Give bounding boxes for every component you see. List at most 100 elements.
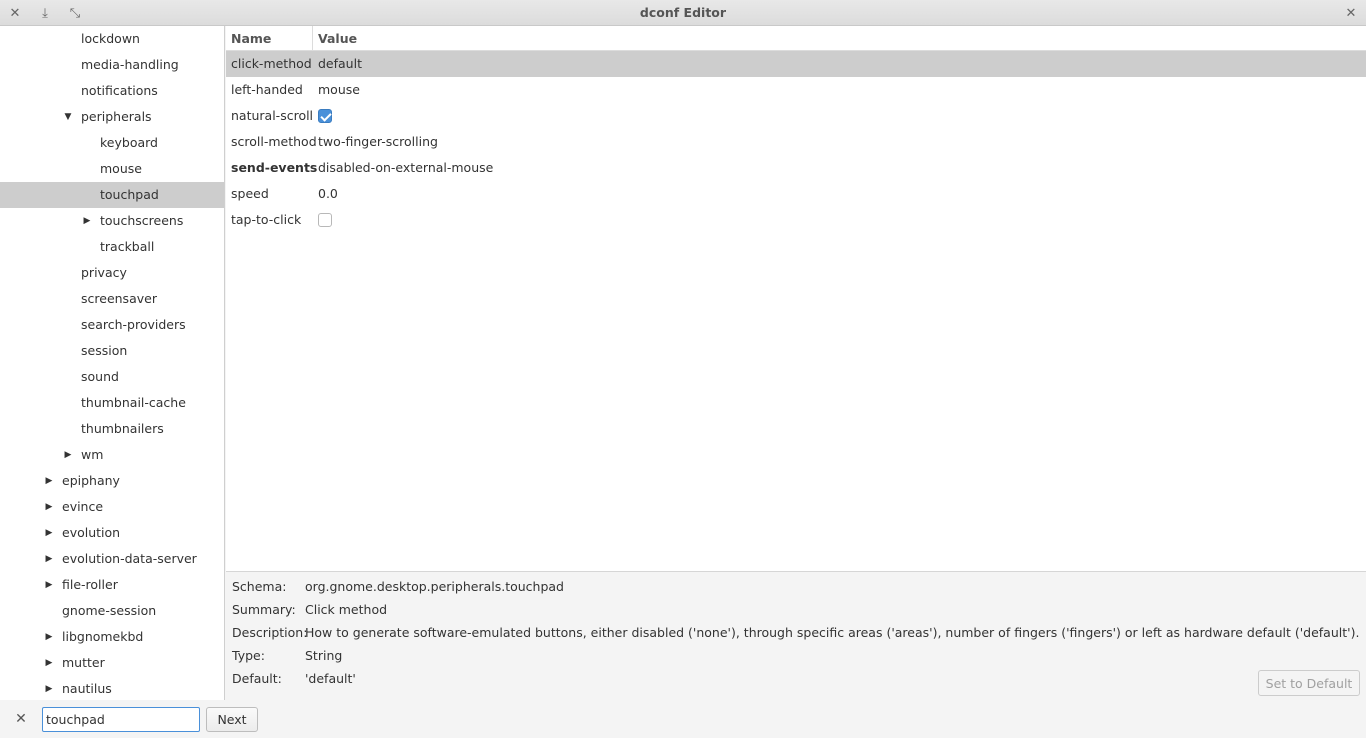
table-row[interactable]: click-method default [226, 51, 1366, 77]
key-name: speed [231, 186, 269, 201]
tree-item-label: notifications [81, 83, 158, 98]
tree-item-label: thumbnail-cache [81, 395, 186, 410]
tree-item-thumbnailers[interactable]: thumbnailers [0, 416, 224, 442]
description-value: How to generate software-emulated button… [305, 625, 1360, 640]
expander-collapsed-icon[interactable]: ▶ [43, 520, 55, 546]
expander-collapsed-icon[interactable]: ▶ [43, 624, 55, 650]
tree-item-privacy[interactable]: privacy [0, 260, 224, 286]
table-header: Name Value [226, 26, 1366, 51]
table-row[interactable]: left-handed mouse [226, 77, 1366, 103]
key-name: send-events [231, 160, 318, 175]
close-search-icon[interactable]: ✕ [12, 709, 30, 729]
tree-item-label: touchscreens [100, 213, 184, 228]
tree-item-label: sound [81, 369, 119, 384]
schema-tree: lockdown media-handling notifications ▼ peri… [0, 26, 225, 700]
tree-item-label: epiphany [62, 473, 120, 488]
tree-item-notifications[interactable]: notifications [0, 78, 224, 104]
tree-item-evince[interactable]: ▶ evince [0, 494, 224, 520]
set-to-default-button[interactable]: Set to Default [1258, 670, 1360, 696]
expander-collapsed-icon[interactable]: ▶ [43, 494, 55, 520]
column-header-value[interactable]: Value [313, 26, 357, 51]
expander-collapsed-icon[interactable]: ▶ [43, 650, 55, 676]
tree-item-label: peripherals [81, 109, 152, 124]
tree-item-label: evince [62, 499, 104, 514]
tree-item-label: screensaver [81, 291, 157, 306]
tree-item-session[interactable]: session [0, 338, 224, 364]
tree-item-label: evolution [62, 525, 121, 540]
tree-item-keyboard[interactable]: keyboard [0, 130, 224, 156]
search-input[interactable] [42, 707, 200, 732]
tree-item-epiphany[interactable]: ▶ epiphany [0, 468, 224, 494]
default-label: Default: [232, 671, 282, 686]
expander-collapsed-icon[interactable]: ▶ [43, 572, 55, 598]
tree-item-mouse[interactable]: mouse [0, 156, 224, 182]
schema-value: org.gnome.desktop.peripherals.touchpad [305, 579, 564, 594]
tree-item-lockdown[interactable]: lockdown [0, 26, 224, 52]
title-bar: ✕ ⤓ ⤡ dconf Editor ✕ [0, 0, 1366, 26]
tree-item-label: libgnomekbd [62, 629, 144, 644]
tree-item-thumbnail-cache[interactable]: thumbnail-cache [0, 390, 224, 416]
close-icon[interactable]: ✕ [1341, 0, 1361, 26]
tree-item-label: file-roller [62, 577, 118, 592]
value-checkbox[interactable] [318, 213, 332, 227]
tree-item-mutter[interactable]: ▶ mutter [0, 650, 224, 676]
expander-expanded-icon[interactable]: ▼ [62, 104, 74, 130]
tree-item-label: media-handling [81, 57, 179, 72]
table-row[interactable]: natural-scroll [226, 103, 1366, 129]
tree-item-label: mouse [100, 161, 142, 176]
tree-item-gnome-session[interactable]: gnome-session [0, 598, 224, 624]
tree-item-label: thumbnailers [81, 421, 164, 436]
tree-item-nautilus[interactable]: ▶ nautilus [0, 676, 224, 700]
tree-item-evolution[interactable]: ▶ evolution [0, 520, 224, 546]
default-value: 'default' [305, 671, 356, 686]
key-name: natural-scroll [231, 108, 314, 123]
tree-item-sound[interactable]: sound [0, 364, 224, 390]
key-value: mouse [318, 82, 360, 97]
table-row[interactable]: tap-to-click [226, 207, 1366, 233]
key-value: disabled-on-external-mouse [318, 160, 494, 175]
tree-item-touchscreens[interactable]: ▶ touchscreens [0, 208, 224, 234]
tree-item-label: trackball [100, 239, 155, 254]
value-checkbox[interactable] [318, 109, 332, 123]
tree-item-libgnomekbd[interactable]: ▶ libgnomekbd [0, 624, 224, 650]
download-icon[interactable]: ⤓ [35, 0, 55, 26]
tree-item-media-handling[interactable]: media-handling [0, 52, 224, 78]
tree-item-label: evolution-data-server [62, 551, 197, 566]
table-row[interactable]: speed 0.0 [226, 181, 1366, 207]
key-value: two-finger-scrolling [318, 134, 438, 149]
schema-label: Schema: [232, 579, 287, 594]
summary-value: Click method [305, 602, 388, 617]
window-title: dconf Editor [639, 5, 727, 20]
tree-item-label: lockdown [81, 31, 140, 46]
tree-item-trackball[interactable]: trackball [0, 234, 224, 260]
tree-item-screensaver[interactable]: screensaver [0, 286, 224, 312]
tree-item-file-roller[interactable]: ▶ file-roller [0, 572, 224, 598]
table-row[interactable]: send-events disabled-on-external-mouse [226, 155, 1366, 181]
minimize-icon[interactable]: ⤡ [65, 0, 85, 26]
column-header-name[interactable]: Name [226, 26, 313, 51]
expander-collapsed-icon[interactable]: ▶ [62, 442, 74, 468]
summary-label: Summary: [232, 602, 296, 617]
table-row[interactable]: scroll-method two-finger-scrolling [226, 129, 1366, 155]
tree-item-peripherals[interactable]: ▼ peripherals [0, 104, 224, 130]
tree-item-search-providers[interactable]: search-providers [0, 312, 224, 338]
expander-collapsed-icon[interactable]: ▶ [43, 546, 55, 572]
expander-collapsed-icon[interactable]: ▶ [81, 208, 93, 234]
key-details-panel: Schema: org.gnome.desktop.peripherals.to… [226, 571, 1366, 700]
tree-item-evolution-data-server[interactable]: ▶ evolution-data-server [0, 546, 224, 572]
search-bar: ✕ Next [0, 700, 1366, 738]
key-name: click-method [231, 56, 312, 71]
tree-item-label: mutter [62, 655, 105, 670]
tree-item-label: privacy [81, 265, 127, 280]
close-icon[interactable]: ✕ [5, 0, 25, 26]
tree-item-label: nautilus [62, 681, 112, 696]
tree-item-wm[interactable]: ▶ wm [0, 442, 224, 468]
tree-item-touchpad[interactable]: touchpad [0, 182, 224, 208]
type-label: Type: [232, 648, 265, 663]
keys-table: Name Value click-method default left-hande… [226, 26, 1366, 571]
type-value: String [305, 648, 343, 663]
expander-collapsed-icon[interactable]: ▶ [43, 468, 55, 494]
tree-item-label: session [81, 343, 128, 358]
next-button[interactable]: Next [206, 707, 258, 732]
expander-collapsed-icon[interactable]: ▶ [43, 676, 55, 700]
